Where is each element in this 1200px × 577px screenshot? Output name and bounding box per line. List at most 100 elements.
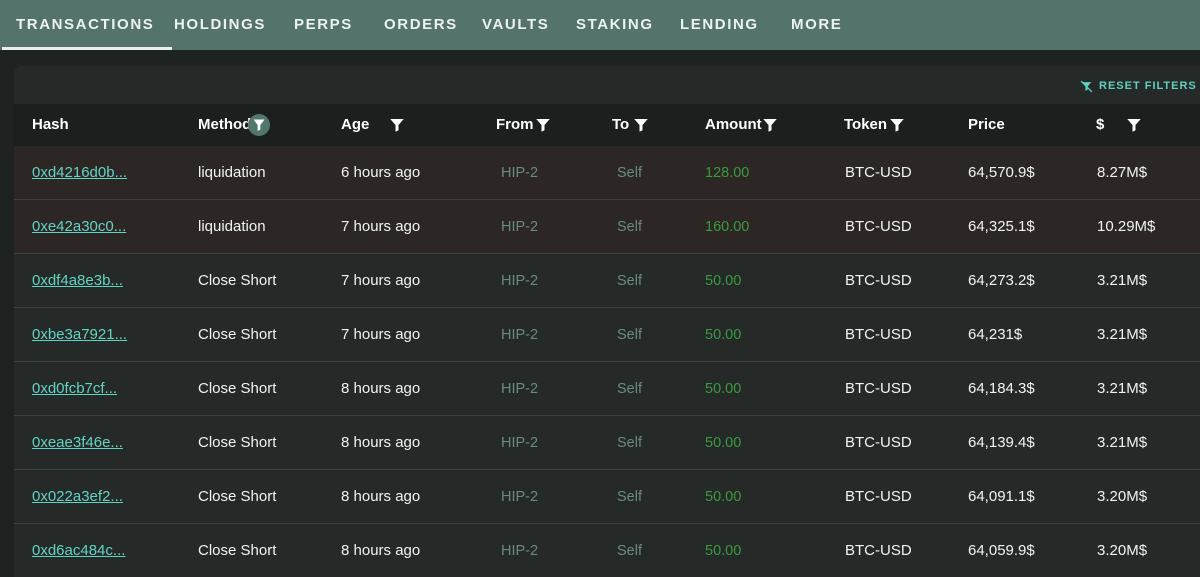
tx-from: HIP-2 (501, 543, 539, 559)
tab-more[interactable]: MORE (791, 0, 842, 50)
tx-amount: 50.00 (705, 435, 742, 451)
header-age: Age (341, 116, 370, 133)
tx-age: 8 hours ago (341, 380, 421, 397)
tx-hash-link[interactable]: 0xd4216d0b... (32, 146, 127, 200)
tx-to: Self (617, 327, 642, 343)
tx-price: 64,091.1$ (968, 488, 1035, 505)
age-filter-icon[interactable] (388, 116, 406, 134)
tab-transactions[interactable]: TRANSACTIONS (1, 0, 173, 50)
tx-hash-link[interactable]: 0x022a3ef2... (32, 470, 123, 524)
table-row: 0xe42a30c0... liquidation 7 hours ago HI… (14, 200, 1200, 254)
tx-to: Self (617, 489, 642, 505)
tx-age: 7 hours ago (341, 218, 421, 235)
tx-method: Close Short (198, 542, 277, 559)
table-row: 0xeae3f46e... Close Short 8 hours ago HI… (14, 416, 1200, 470)
tx-to: Self (617, 165, 642, 181)
tab-holdings[interactable]: HOLDINGS (174, 0, 266, 50)
reset-filters-label: RESET FILTERS (1099, 80, 1197, 92)
tx-age: 8 hours ago (341, 542, 421, 559)
token-filter-icon[interactable] (888, 116, 906, 134)
tx-hash-link[interactable]: 0xdf4a8e3b... (32, 254, 123, 308)
tx-hash-link[interactable]: 0xbe3a7921... (32, 308, 127, 362)
header-price: Price (968, 116, 1005, 133)
tx-amount: 50.00 (705, 327, 742, 343)
tx-hash-link[interactable]: 0xd6ac484c... (32, 524, 125, 577)
tx-token: BTC-USD (845, 488, 912, 505)
tab-lending[interactable]: LENDING (680, 0, 759, 50)
table-row: 0xdf4a8e3b... Close Short 7 hours ago HI… (14, 254, 1200, 308)
tx-price: 64,139.4$ (968, 434, 1035, 451)
tx-method: Close Short (198, 272, 277, 289)
tx-usd-value: 3.21M$ (1097, 326, 1148, 343)
table-row: 0xd0fcb7cf... Close Short 8 hours ago HI… (14, 362, 1200, 416)
method-filter-icon[interactable] (248, 114, 270, 136)
tx-usd-value: 10.29M$ (1097, 218, 1156, 235)
tx-hash-link[interactable]: 0xeae3f46e... (32, 416, 123, 470)
tx-usd-value: 3.21M$ (1097, 272, 1148, 289)
tx-method: Close Short (198, 380, 277, 397)
tab-perps[interactable]: PERPS (294, 0, 353, 50)
tx-amount: 160.00 (705, 219, 750, 235)
usd-filter-icon[interactable] (1125, 116, 1143, 134)
tx-from: HIP-2 (501, 381, 539, 397)
header-token: Token (844, 116, 888, 133)
tx-usd-value: 3.20M$ (1097, 542, 1148, 559)
tx-method: liquidation (198, 164, 266, 181)
tx-hash-link[interactable]: 0xd0fcb7cf... (32, 362, 117, 416)
tx-amount: 128.00 (705, 165, 750, 181)
tx-usd-value: 3.20M$ (1097, 488, 1148, 505)
tx-token: BTC-USD (845, 434, 912, 451)
table-row: 0xd4216d0b... liquidation 6 hours ago HI… (14, 146, 1200, 200)
tx-age: 6 hours ago (341, 164, 421, 181)
tx-method: Close Short (198, 434, 277, 451)
tx-from: HIP-2 (501, 327, 539, 343)
tx-token: BTC-USD (845, 164, 912, 181)
table-row: 0xbe3a7921... Close Short 7 hours ago HI… (14, 308, 1200, 362)
tx-from: HIP-2 (501, 435, 539, 451)
top-nav: TRANSACTIONS HOLDINGS PERPS ORDERS VAULT… (0, 0, 1200, 50)
tx-price: 64,059.9$ (968, 542, 1035, 559)
tx-method: Close Short (198, 488, 277, 505)
tx-price: 64,325.1$ (968, 218, 1035, 235)
header-usd: $ (1096, 116, 1105, 133)
header-from: From (496, 116, 534, 133)
table-row: 0x022a3ef2... Close Short 8 hours ago HI… (14, 470, 1200, 524)
table-header: Hash Method Age From To Amount Token Pri… (14, 104, 1200, 146)
tx-from: HIP-2 (501, 489, 539, 505)
tx-to: Self (617, 273, 642, 289)
tx-to: Self (617, 543, 642, 559)
header-amount: Amount (705, 116, 762, 133)
to-filter-icon[interactable] (632, 116, 650, 134)
tx-usd-value: 8.27M$ (1097, 164, 1148, 181)
tx-price: 64,231$ (968, 326, 1023, 343)
tx-age: 7 hours ago (341, 272, 421, 289)
tx-age: 8 hours ago (341, 434, 421, 451)
tx-token: BTC-USD (845, 272, 912, 289)
tx-price: 64,570.9$ (968, 164, 1035, 181)
tx-to: Self (617, 219, 642, 235)
tx-method: liquidation (198, 218, 266, 235)
tab-vaults[interactable]: VAULTS (482, 0, 549, 50)
tx-token: BTC-USD (845, 218, 912, 235)
tx-to: Self (617, 435, 642, 451)
tab-staking[interactable]: STAKING (576, 0, 654, 50)
tx-token: BTC-USD (845, 380, 912, 397)
from-filter-icon[interactable] (534, 116, 552, 134)
tx-hash-link[interactable]: 0xe42a30c0... (32, 200, 126, 254)
tx-price: 64,184.3$ (968, 380, 1035, 397)
amount-filter-icon[interactable] (761, 116, 779, 134)
tx-amount: 50.00 (705, 543, 742, 559)
tx-age: 8 hours ago (341, 488, 421, 505)
filter-off-icon (1080, 80, 1093, 92)
tx-usd-value: 3.21M$ (1097, 380, 1148, 397)
header-method: Method (198, 116, 252, 133)
tx-amount: 50.00 (705, 273, 742, 289)
reset-filters-button[interactable]: RESET FILTERS (1080, 76, 1197, 96)
header-to: To (612, 116, 630, 133)
header-hash: Hash (32, 116, 69, 133)
tx-amount: 50.00 (705, 489, 742, 505)
tab-orders[interactable]: ORDERS (384, 0, 458, 50)
tx-amount: 50.00 (705, 381, 742, 397)
tx-from: HIP-2 (501, 273, 539, 289)
tx-token: BTC-USD (845, 326, 912, 343)
